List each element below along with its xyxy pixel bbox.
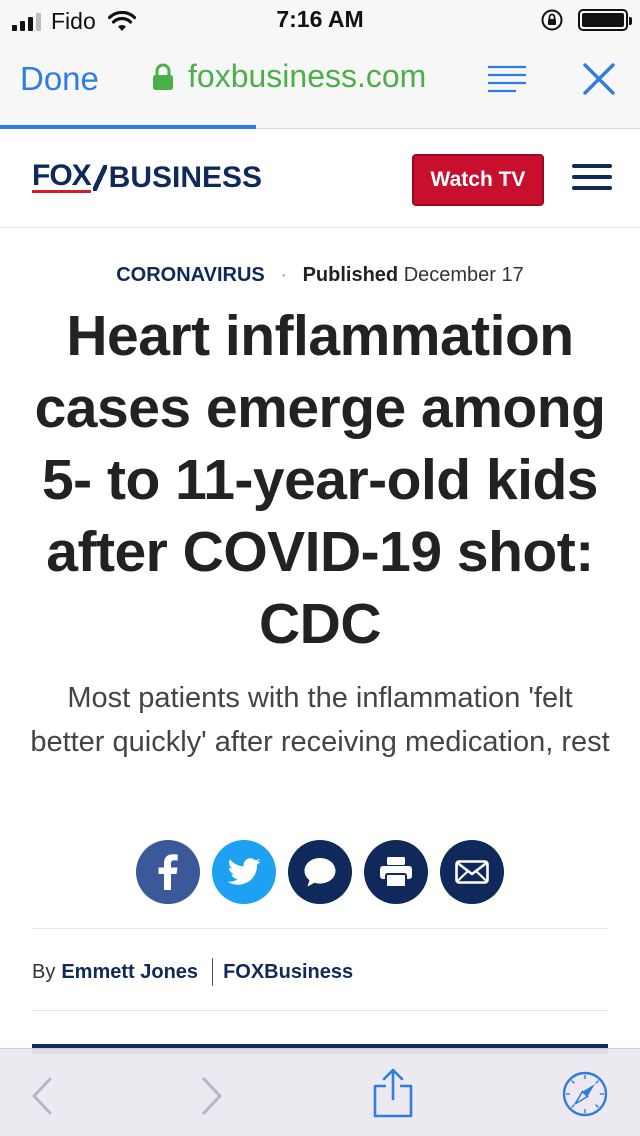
email-share-button[interactable] [440, 840, 504, 904]
print-share-button[interactable] [364, 840, 428, 904]
divider [32, 1010, 608, 1011]
menu-icon[interactable] [572, 164, 612, 190]
facebook-icon [158, 854, 178, 890]
article-subheadline: Most patients with the inflammation 'fel… [30, 682, 610, 758]
facebook-share-button[interactable] [136, 840, 200, 904]
logo-business-text: BUSINESS [108, 160, 263, 194]
comment-icon [304, 858, 336, 887]
status-bar: Fido 7:16 AM [0, 0, 640, 40]
lock-icon [153, 63, 173, 90]
article-eyebrow: CORONAVIRUS · Published December 17 [0, 264, 640, 287]
url-text: foxbusiness.com [188, 58, 427, 94]
category-link[interactable]: CORONAVIRUS [116, 264, 265, 286]
fox-business-logo[interactable]: FOX BUSINESS [32, 159, 263, 194]
done-button[interactable]: Done [20, 60, 99, 98]
back-arrow-icon[interactable] [30, 1077, 54, 1115]
published-date: December 17 [403, 264, 524, 286]
forward-arrow-icon[interactable] [200, 1077, 224, 1115]
divider [32, 928, 608, 929]
author-link[interactable]: Emmett Jones [61, 961, 198, 984]
share-icon[interactable] [372, 1067, 414, 1119]
close-icon[interactable] [582, 62, 616, 96]
source-link[interactable]: FOXBusiness [223, 961, 353, 984]
orientation-lock-icon [541, 9, 563, 31]
browser-bottom-toolbar [0, 1048, 640, 1136]
byline-separator [212, 958, 214, 986]
twitter-icon [227, 858, 261, 885]
byline: By Emmett Jones FOXBusiness [32, 958, 353, 986]
twitter-share-button[interactable] [212, 840, 276, 904]
browser-bar: Done foxbusiness.com [0, 40, 640, 129]
print-icon [380, 857, 412, 888]
logo-slash [92, 164, 107, 191]
logo-fox-text: FOX [32, 159, 92, 193]
email-icon [455, 860, 489, 884]
page-load-progress [0, 125, 256, 129]
byline-prefix: By [32, 960, 56, 983]
comment-share-button[interactable] [288, 840, 352, 904]
status-right [540, 8, 632, 32]
watch-tv-button[interactable]: Watch TV [412, 154, 544, 206]
eyebrow-separator: · [280, 264, 287, 286]
published-label: Published [302, 264, 399, 286]
site-header: FOX BUSINESS Watch TV [0, 130, 640, 228]
battery-icon [578, 9, 632, 31]
reader-mode-icon[interactable] [486, 64, 528, 94]
share-buttons [0, 840, 640, 904]
article-headline: Heart inflammation cases emerge among 5-… [34, 304, 606, 656]
url-bar[interactable]: foxbusiness.com [152, 58, 426, 95]
safari-compass-icon[interactable] [562, 1071, 608, 1117]
battery-level [582, 13, 624, 27]
